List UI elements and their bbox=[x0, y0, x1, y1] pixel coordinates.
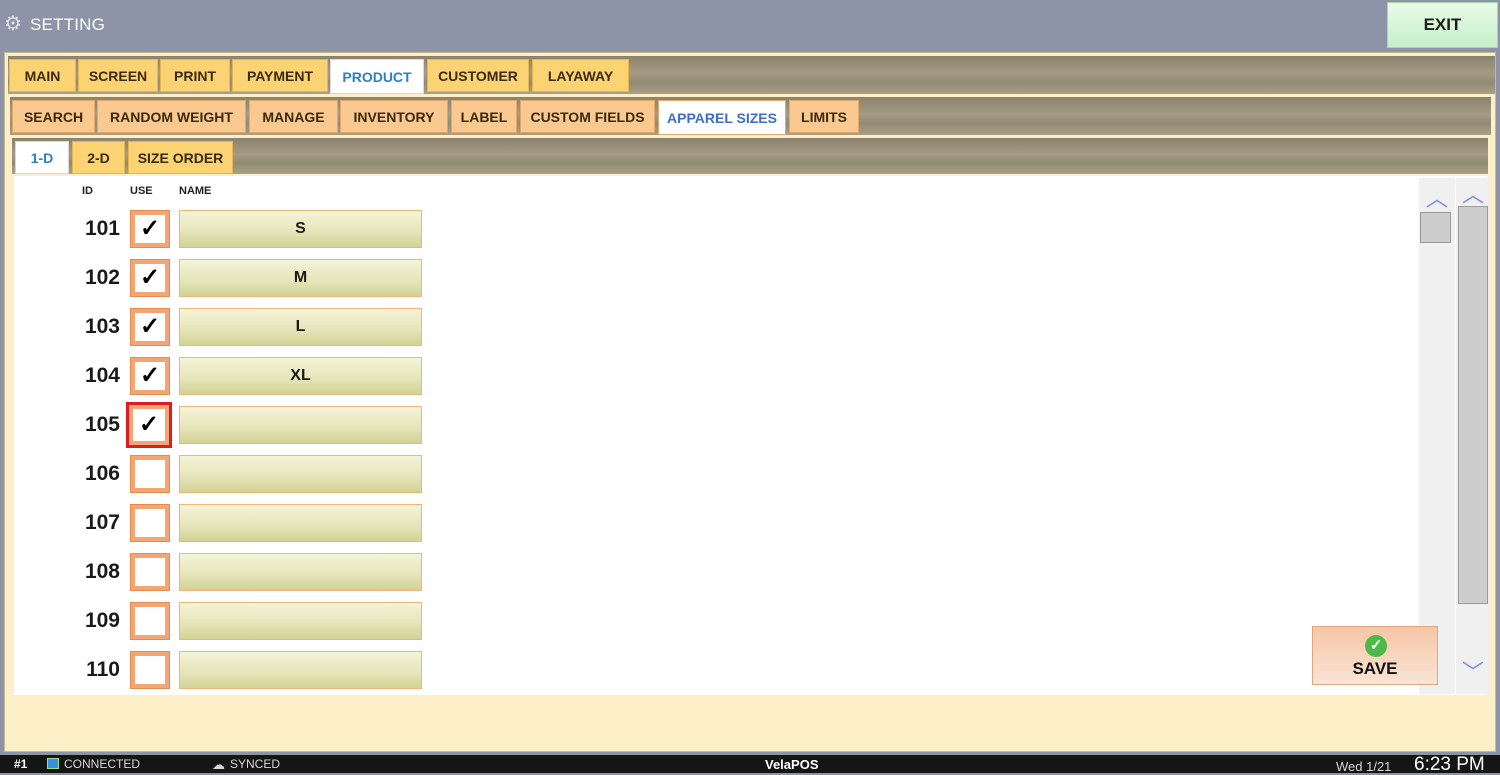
tab-payment[interactable]: PAYMENT bbox=[232, 59, 328, 92]
use-checkbox[interactable] bbox=[130, 455, 170, 493]
title-bar: ⚙ SETTING EXIT bbox=[0, 0, 1500, 50]
status-bar: #1 CONNECTED ☁ SYNCED VelaPOS Wed 1/21 6… bbox=[0, 754, 1500, 775]
chevron-up-icon[interactable]: ︿ bbox=[1458, 184, 1488, 206]
size-name-button[interactable] bbox=[179, 602, 422, 640]
checkmark-icon: ✓ bbox=[135, 264, 165, 292]
apparel-tab-bar: 1-D 2-D SIZE ORDER bbox=[12, 138, 1488, 174]
size-id: 101 bbox=[84, 217, 120, 240]
tab-layaway[interactable]: LAYAWAY bbox=[532, 59, 629, 92]
size-id: 104 bbox=[84, 364, 120, 387]
tab-1d[interactable]: 1-D bbox=[15, 141, 69, 174]
tab-apparel-sizes[interactable]: APPAREL SIZES bbox=[658, 100, 786, 135]
station-number: #1 bbox=[14, 757, 28, 771]
size-row: 102 ✓ M bbox=[14, 258, 514, 298]
size-id: 106 bbox=[84, 462, 120, 485]
size-name-button[interactable]: L bbox=[179, 308, 422, 346]
size-id: 110 bbox=[86, 658, 120, 681]
tab-screen[interactable]: SCREEN bbox=[78, 59, 158, 92]
checkmark-icon: ✓ bbox=[135, 313, 165, 341]
tab-random-weight[interactable]: RANDOM WEIGHT bbox=[97, 100, 246, 133]
main-tab-bar: MAIN SCREEN PRINT PAYMENT PRODUCT CUSTOM… bbox=[8, 56, 1495, 94]
tab-product[interactable]: PRODUCT bbox=[330, 59, 424, 94]
window-title: SETTING bbox=[30, 15, 106, 34]
size-name-button[interactable] bbox=[179, 406, 422, 444]
save-button[interactable]: ✓ SAVE bbox=[1312, 626, 1438, 685]
network-icon bbox=[47, 758, 59, 769]
size-id: 105 bbox=[84, 413, 120, 436]
checkmark-icon: ✓ bbox=[135, 215, 165, 243]
brand-suffix: POS bbox=[791, 757, 819, 772]
size-row: 109 bbox=[14, 601, 514, 641]
status-time: 6:23 PM bbox=[1414, 754, 1485, 775]
tab-manage[interactable]: MANAGE bbox=[249, 100, 338, 133]
inner-scroll-thumb[interactable] bbox=[1420, 212, 1451, 243]
size-id: 109 bbox=[84, 609, 120, 632]
use-checkbox[interactable] bbox=[130, 602, 170, 640]
size-id: 103 bbox=[84, 315, 120, 338]
column-header-use: USE bbox=[130, 185, 153, 197]
size-row: 106 bbox=[14, 454, 514, 494]
size-id: 102 bbox=[84, 266, 120, 289]
chevron-up-icon[interactable]: ︿ bbox=[1422, 188, 1452, 210]
size-name-button[interactable]: S bbox=[179, 210, 422, 248]
size-name-button[interactable] bbox=[179, 553, 422, 591]
apparel-sizes-panel: ID USE NAME 101 ✓ S 102 ✓ M 103 ✓ L 104 … bbox=[14, 176, 1487, 695]
tab-customer[interactable]: CUSTOMER bbox=[427, 59, 529, 92]
size-name-button[interactable] bbox=[179, 651, 422, 689]
size-row: 104 ✓ XL bbox=[14, 356, 514, 396]
tab-inventory[interactable]: INVENTORY bbox=[340, 100, 448, 133]
checkmark-icon: ✓ bbox=[133, 409, 165, 441]
status-date: Wed 1/21 bbox=[1336, 759, 1392, 774]
size-row: 103 ✓ L bbox=[14, 307, 514, 347]
save-label: SAVE bbox=[1352, 659, 1398, 678]
tab-size-order[interactable]: SIZE ORDER bbox=[128, 141, 233, 174]
column-header-id: ID bbox=[82, 185, 93, 197]
use-checkbox[interactable] bbox=[130, 651, 170, 689]
cloud-icon: ☁ bbox=[212, 757, 225, 772]
tab-search[interactable]: SEARCH bbox=[12, 100, 95, 133]
size-name-button[interactable]: M bbox=[179, 259, 422, 297]
sync-status: SYNCED bbox=[230, 757, 281, 771]
column-header-name: NAME bbox=[179, 185, 212, 197]
gear-icon: ⚙ bbox=[4, 13, 22, 35]
size-name-button[interactable] bbox=[179, 455, 422, 493]
size-row: 107 bbox=[14, 503, 514, 543]
checkmark-icon: ✓ bbox=[135, 362, 165, 390]
product-tab-bar: SEARCH RANDOM WEIGHT MANAGE INVENTORY LA… bbox=[10, 97, 1491, 135]
use-checkbox[interactable] bbox=[130, 553, 170, 591]
use-checkbox[interactable]: ✓ bbox=[130, 210, 170, 248]
tab-limits[interactable]: LIMITS bbox=[789, 100, 859, 133]
size-row: 108 bbox=[14, 552, 514, 592]
chevron-down-icon[interactable]: ﹀ bbox=[1458, 662, 1488, 684]
exit-button[interactable]: EXIT bbox=[1387, 2, 1498, 48]
tab-label[interactable]: LABEL bbox=[451, 100, 517, 133]
use-checkbox[interactable]: ✓ bbox=[130, 308, 170, 346]
brand-prefix: Vela bbox=[765, 757, 792, 772]
tab-custom-fields[interactable]: CUSTOM FIELDS bbox=[520, 100, 655, 133]
size-row: 101 ✓ S bbox=[14, 209, 514, 249]
check-circle-icon: ✓ bbox=[1365, 635, 1387, 657]
size-name-button[interactable] bbox=[179, 504, 422, 542]
brand-logo: VelaPOS bbox=[765, 757, 819, 772]
size-id: 108 bbox=[84, 560, 120, 583]
tab-print[interactable]: PRINT bbox=[160, 59, 230, 92]
inner-scrollbar[interactable]: ︿ bbox=[1419, 178, 1455, 694]
use-checkbox-focused[interactable]: ✓ bbox=[126, 402, 172, 448]
tab-main[interactable]: MAIN bbox=[9, 59, 76, 92]
size-row: 105 ✓ bbox=[14, 402, 514, 448]
use-checkbox[interactable] bbox=[130, 504, 170, 542]
use-checkbox[interactable]: ✓ bbox=[130, 357, 170, 395]
size-name-button[interactable]: XL bbox=[179, 357, 422, 395]
use-checkbox[interactable]: ✓ bbox=[130, 259, 170, 297]
size-row: 110 bbox=[14, 650, 514, 690]
outer-scroll-thumb[interactable] bbox=[1458, 206, 1488, 604]
connection-status: CONNECTED bbox=[64, 757, 141, 771]
tab-2d[interactable]: 2-D bbox=[72, 141, 125, 174]
size-id: 107 bbox=[84, 511, 120, 534]
